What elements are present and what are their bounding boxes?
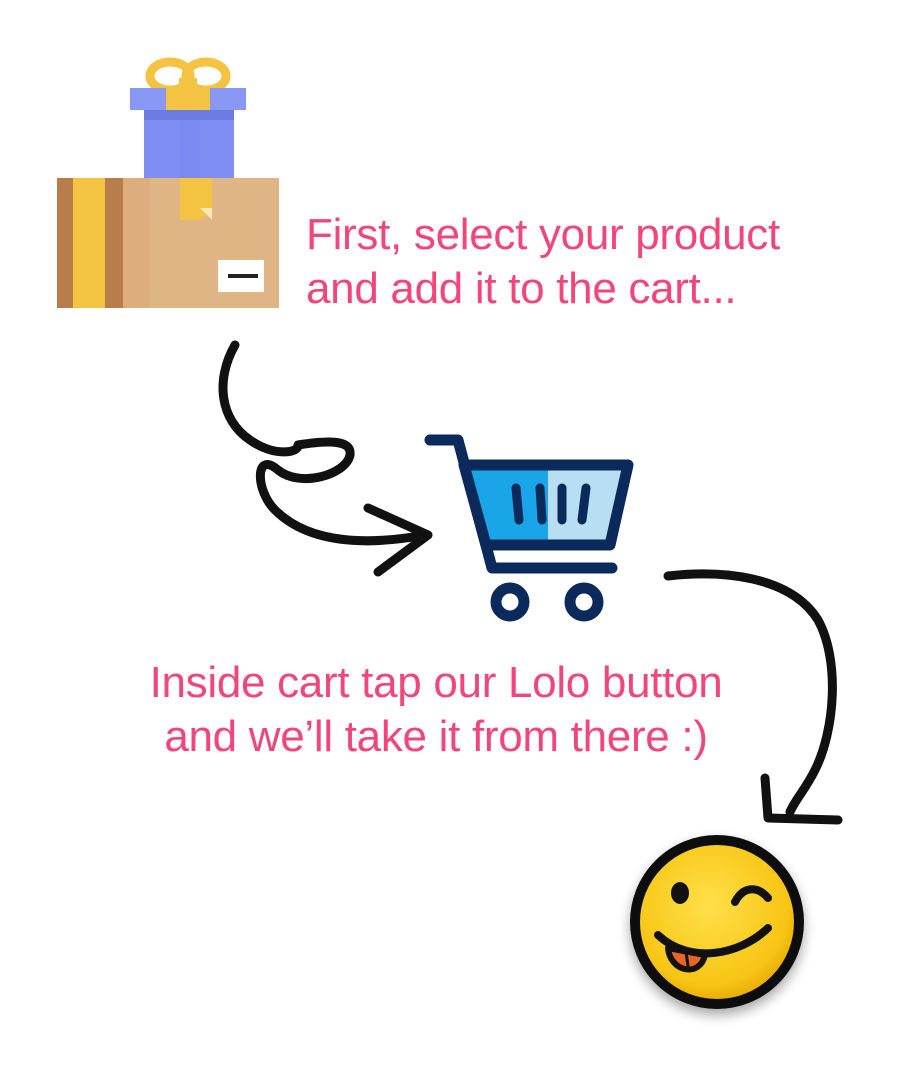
step1-line1: First, select your product — [306, 210, 780, 259]
winking-tongue-emoji-icon — [630, 835, 804, 1009]
gift-bow — [145, 57, 231, 95]
step1-caption: First, select your product and add it to… — [306, 208, 780, 316]
step2-caption: Inside cart tap our Lolo button and we’l… — [120, 656, 752, 764]
shopping-cart-icon — [424, 434, 634, 622]
gift-box-icon — [57, 57, 279, 308]
curly-arrow-icon — [218, 340, 433, 577]
step2-line1: Inside cart tap our Lolo button — [149, 658, 723, 707]
curved-arrow-icon — [663, 569, 843, 825]
step1-line2: and add it to the cart... — [306, 264, 737, 313]
step2-line2: and we’ll take it from there :) — [164, 712, 708, 761]
